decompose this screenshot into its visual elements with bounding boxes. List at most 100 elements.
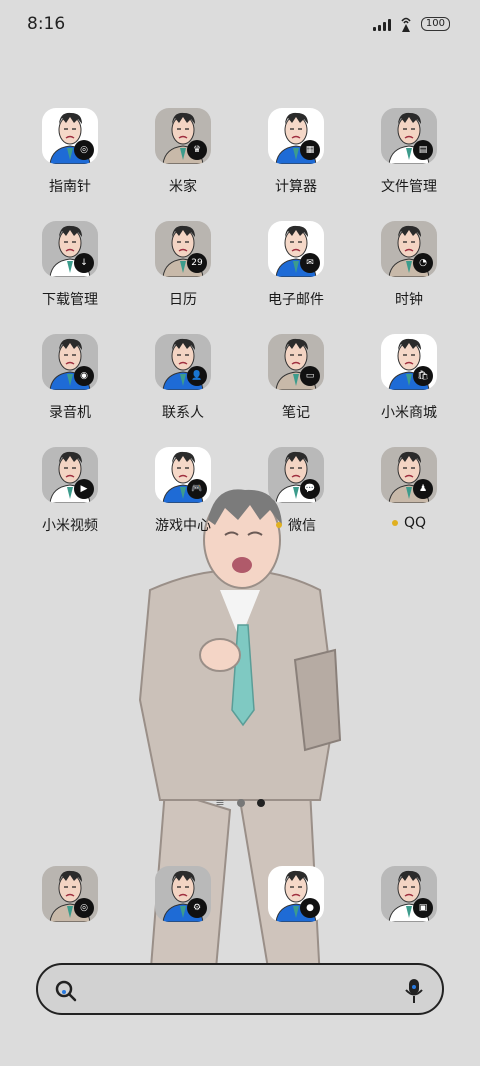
badge-qq-icon: ♟ <box>413 479 433 499</box>
search-icon[interactable] <box>54 979 78 1003</box>
file-manager-icon[interactable]: ▤ <box>381 108 437 164</box>
app-label-text: 小米视频 <box>42 518 98 534</box>
calculator-icon[interactable]: ▦ <box>268 108 324 164</box>
recorder-icon[interactable]: ◉ <box>42 334 98 390</box>
badge-compass-icon: ◎ <box>74 140 94 160</box>
mi-video-icon[interactable]: ▶ <box>42 447 98 503</box>
app-contacts[interactable]: 👤 联系人 <box>128 334 238 422</box>
badge-wechat-icon: 💬 <box>300 479 320 499</box>
app-notes[interactable]: ▭ 笔记 <box>241 334 351 422</box>
app-label: 米家 <box>128 176 238 196</box>
badge-settings-icon: ⚙ <box>187 898 207 918</box>
contacts-icon[interactable]: 👤 <box>155 334 211 390</box>
badge-contacts-icon: 👤 <box>187 366 207 386</box>
badge-calculator-icon: ▦ <box>300 140 320 160</box>
app-label: 小米视频 <box>15 515 125 535</box>
app-label: 小米商城 <box>354 402 464 422</box>
badge-calendar-icon: 29 <box>187 253 207 273</box>
page-dot-active[interactable] <box>256 798 265 807</box>
app-mijia[interactable]: ♛ 米家 <box>128 108 238 196</box>
app-label: 计算器 <box>241 176 351 196</box>
new-indicator-dot <box>391 520 398 526</box>
app-label: 联系人 <box>128 402 238 422</box>
notes-icon[interactable]: ▭ <box>268 334 324 390</box>
app-label-text: 指南针 <box>49 179 91 195</box>
new-indicator-dot <box>276 522 282 528</box>
badge-recorder-icon: ◉ <box>74 366 94 386</box>
badge-email-icon: ✉ <box>300 253 320 273</box>
app-mi-store[interactable]: 🛍 小米商城 <box>354 334 464 422</box>
gallery-icon[interactable]: ▣ <box>381 866 437 922</box>
app-qq[interactable]: ♟ QQ <box>354 447 464 531</box>
qq-icon[interactable]: ♟ <box>381 447 437 503</box>
app-label: 文件管理 <box>354 176 464 196</box>
status-bar: 8:16 100 <box>0 0 480 50</box>
app-label: 日历 <box>128 289 238 309</box>
mi-store-icon[interactable]: 🛍 <box>381 334 437 390</box>
app-calendar[interactable]: 29 日历 <box>128 221 238 309</box>
status-icons: 100 <box>372 16 450 32</box>
app-download-manager[interactable]: ↓ 下载管理 <box>15 221 125 309</box>
app-recorder[interactable]: ◉ 录音机 <box>15 334 125 422</box>
email-icon[interactable]: ✉ <box>268 221 324 277</box>
clock-icon[interactable]: ◔ <box>381 221 437 277</box>
app-label-text: QQ <box>403 515 427 531</box>
app-clock[interactable]: ◔ 时钟 <box>354 221 464 309</box>
app-label: 指南针 <box>15 176 125 196</box>
app-label-text: 联系人 <box>162 405 204 421</box>
app-email[interactable]: ✉ 电子邮件 <box>241 221 351 309</box>
app-label: 电子邮件 <box>241 289 351 309</box>
battery-icon: 100 <box>420 17 450 31</box>
app-label-text: 录音机 <box>49 405 91 421</box>
app-wechat[interactable]: 💬 微信 <box>241 447 351 535</box>
status-time: 8:16 <box>27 14 66 34</box>
badge-download-manager-icon: ↓ <box>74 253 94 273</box>
badge-file-manager-icon: ▤ <box>413 140 433 160</box>
page-dot[interactable] <box>236 798 245 807</box>
app-label-text: 计算器 <box>275 179 317 195</box>
compass-icon[interactable]: ◎ <box>42 108 98 164</box>
app-label-text: 文件管理 <box>381 179 437 195</box>
page-indicator[interactable]: ≡ <box>0 796 480 809</box>
app-label-text: 微信 <box>288 518 316 534</box>
app-label: 微信 <box>241 515 351 535</box>
search-bar[interactable] <box>36 963 444 1015</box>
badge-game-center-icon: 🎮 <box>187 479 207 499</box>
hotspot-icon <box>401 17 411 32</box>
wechat-icon[interactable]: 💬 <box>268 447 324 503</box>
app-label-text: 笔记 <box>282 405 310 421</box>
badge-messages-icon: ● <box>300 898 320 918</box>
app-label: 游戏中心 <box>128 515 238 535</box>
app-label-text: 米家 <box>169 179 197 195</box>
app-label-text: 下载管理 <box>42 292 98 308</box>
app-mi-video[interactable]: ▶ 小米视频 <box>15 447 125 535</box>
badge-gallery-icon: ▣ <box>413 898 433 918</box>
app-file-manager[interactable]: ▤ 文件管理 <box>354 108 464 196</box>
badge-mi-store-icon: 🛍 <box>413 366 433 386</box>
settings-icon[interactable]: ⚙ <box>155 866 211 922</box>
app-label-text: 时钟 <box>395 292 423 308</box>
mic-icon[interactable] <box>402 977 426 1005</box>
app-label-text: 小米商城 <box>381 405 437 421</box>
badge-mi-video-icon: ▶ <box>74 479 94 499</box>
app-label-text: 电子邮件 <box>268 292 324 308</box>
camera-icon[interactable]: ◎ <box>42 866 98 922</box>
app-label: 时钟 <box>354 289 464 309</box>
mijia-icon[interactable]: ♛ <box>155 108 211 164</box>
app-label: 笔记 <box>241 402 351 422</box>
menu-lines-icon: ≡ <box>215 796 225 809</box>
calendar-icon[interactable]: 29 <box>155 221 211 277</box>
badge-camera-icon: ◎ <box>74 898 94 918</box>
badge-mijia-icon: ♛ <box>187 140 207 160</box>
app-game-center[interactable]: 🎮 游戏中心 <box>128 447 238 535</box>
signal-icon <box>372 17 391 31</box>
app-label: QQ <box>354 515 464 531</box>
badge-clock-icon: ◔ <box>413 253 433 273</box>
app-calculator[interactable]: ▦ 计算器 <box>241 108 351 196</box>
game-center-icon[interactable]: 🎮 <box>155 447 211 503</box>
download-manager-icon[interactable]: ↓ <box>42 221 98 277</box>
app-compass[interactable]: ◎ 指南针 <box>15 108 125 196</box>
messages-icon[interactable]: ● <box>268 866 324 922</box>
app-label-text: 日历 <box>169 292 197 308</box>
badge-notes-icon: ▭ <box>300 366 320 386</box>
